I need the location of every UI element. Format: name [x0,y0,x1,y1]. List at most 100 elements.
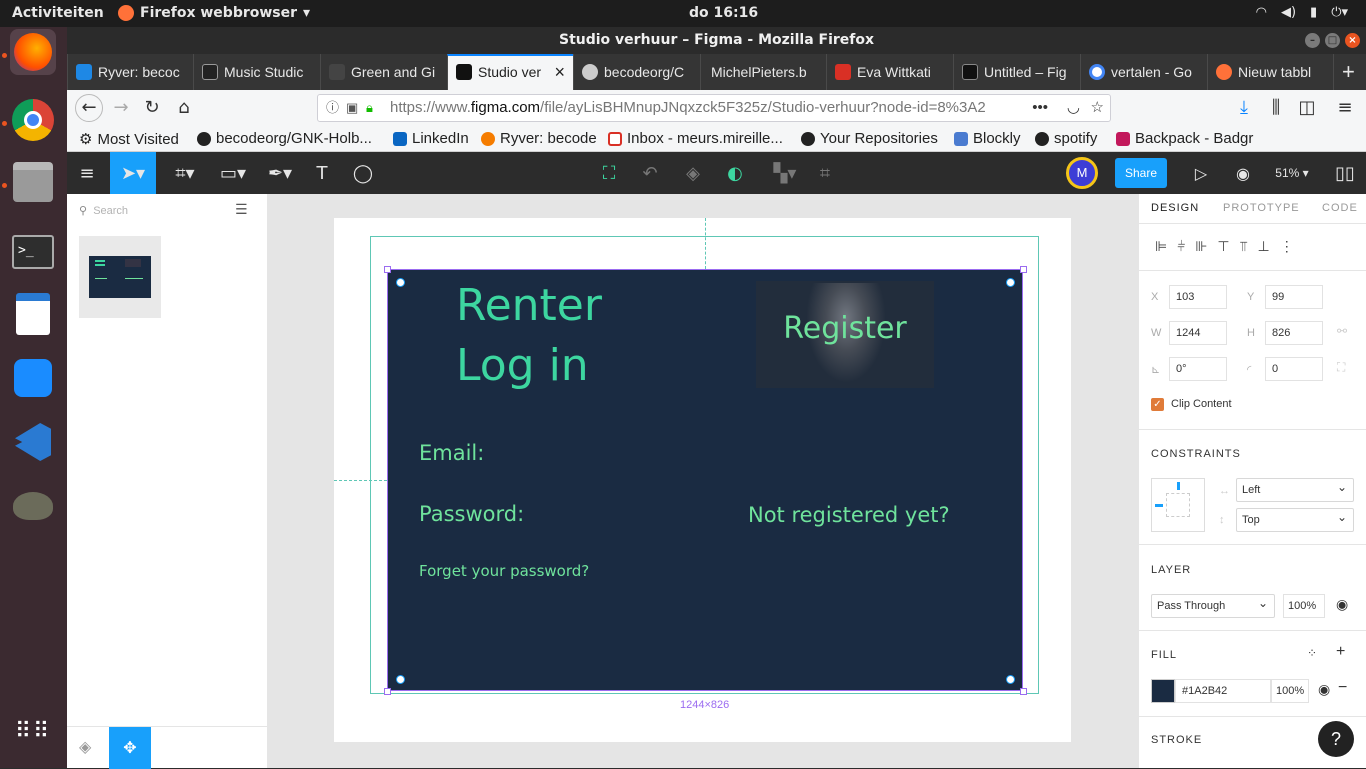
component-icon[interactable]: ⛶ [589,152,629,194]
present-icon[interactable]: ▷ [1181,152,1221,194]
y-field[interactable]: 99 [1265,285,1323,309]
resize-handle[interactable] [1020,266,1027,273]
height-field[interactable]: 826 [1265,321,1323,345]
bookmark-most-visited[interactable]: ⚙ Most Visited [79,130,179,149]
maximize-button[interactable]: □ [1325,33,1340,48]
dock-vscode[interactable] [10,419,56,465]
width-field[interactable]: 1244 [1169,321,1227,345]
frame-thumbnail[interactable] [79,236,161,318]
layers-icon[interactable]: ◈ [79,737,91,756]
comment-tool-icon[interactable]: ◯ [343,152,383,194]
pocket-icon[interactable]: ◡ [1066,95,1080,121]
radius-handle[interactable] [396,278,405,287]
resize-handle[interactable] [384,266,391,273]
fill-color-swatch[interactable] [1151,679,1175,703]
avatar[interactable]: M [1066,157,1098,189]
align-icons[interactable]: ⊫⫩⊪⊤⫪⊥⋮ [1155,238,1304,255]
tab-ryver[interactable]: Ryver: becoc [67,54,193,90]
instance-icon[interactable]: ◈ [673,152,713,194]
tab-code[interactable]: CODE [1322,202,1358,214]
hamburger-menu-icon[interactable]: ≡ [1333,96,1357,120]
independent-corners-icon[interactable]: ⛶ [1337,360,1345,375]
style-grid-icon[interactable]: ⁘ [1307,646,1317,660]
system-tray[interactable]: ◠ ◀) ▮ ⏻▾ [1256,5,1348,20]
dock-chrome[interactable] [10,97,56,143]
bookmark-spotify[interactable]: spotify [1035,130,1097,147]
dock-gimp[interactable] [10,483,56,529]
not-registered-link[interactable]: Not registered yet? [748,503,950,527]
blend-mode-select[interactable]: Pass Through [1151,592,1275,618]
eye-icon[interactable]: ◉ [1336,596,1348,613]
tab-gmail[interactable]: Eva Wittkati [826,54,953,90]
activities-button[interactable]: Activiteiten [12,5,104,21]
bookmark-ryver[interactable]: Ryver: becode [481,130,597,147]
close-tab-icon[interactable]: × [554,56,565,88]
figma-menu-icon[interactable]: ≡ [67,152,107,194]
bookmark-star-icon[interactable]: ☆ [1090,95,1104,121]
dock-show-apps[interactable]: ⠿⠿ [10,709,56,755]
dock-writer[interactable] [10,291,56,337]
bookmark-blockly[interactable]: Blockly [954,130,1021,147]
bookmark-repositories[interactable]: Your Repositories [801,130,938,147]
x-field[interactable]: 103 [1169,285,1227,309]
crop-icon[interactable]: ⌗ [805,152,845,194]
radius-handle[interactable] [396,675,405,684]
app-menu[interactable]: Firefox webbrowser ▾ [118,5,310,21]
home-button[interactable]: ⌂ [172,96,196,120]
constraints-widget[interactable] [1151,478,1205,532]
book-icon[interactable]: ▯▯ [1325,152,1365,194]
clock[interactable]: do 16:16 [689,5,758,21]
page-actions-icon[interactable]: ••• [1028,95,1052,121]
tab-prototype[interactable]: PROTOTYPE [1223,202,1300,214]
frame-tool-icon[interactable]: ⌗▾ [162,152,208,194]
canvas[interactable]: Renter Log in Register Email: Password: … [268,194,1138,768]
login-frame[interactable]: Renter Log in Register Email: Password: … [387,269,1023,691]
info-icon[interactable]: ⓘ [326,95,339,121]
bookmark-linkedin[interactable]: LinkedIn [393,130,469,147]
remove-fill-icon[interactable]: − [1338,679,1347,697]
radius-field[interactable]: 0 [1265,357,1323,381]
radius-handle[interactable] [1006,675,1015,684]
bookmark-github-gnk[interactable]: becodeorg/GNK-Holb... [197,130,372,147]
sidebar-icon[interactable]: ◫ [1295,96,1319,120]
dock-files[interactable] [10,159,56,205]
forward-button[interactable]: → [109,96,133,120]
bookmark-badgr[interactable]: Backpack - Badgr [1116,130,1253,147]
help-button[interactable]: ? [1318,721,1354,757]
constrain-proportions-icon[interactable]: ⚯ [1337,324,1347,338]
vertical-constraint-select[interactable]: Top [1236,506,1354,532]
back-button[interactable]: ← [75,94,103,122]
share-button[interactable]: Share [1115,158,1167,188]
tab-design[interactable]: DESIGN [1151,202,1199,214]
undo-boolean-icon[interactable]: ↶ [630,152,670,194]
text-tool-icon[interactable]: T [302,152,342,194]
mask-icon[interactable]: ◐ [715,152,755,194]
clip-content-checkbox[interactable]: ✓ [1151,398,1164,411]
downloads-icon[interactable]: ⤓ [1232,96,1256,120]
register-image[interactable]: Register [756,281,934,388]
tab-becodeorg[interactable]: becodeorg/C [573,54,700,90]
dock-firefox[interactable] [10,29,56,75]
add-fill-icon[interactable]: + [1336,643,1345,661]
fill-opacity-field[interactable]: 100% [1271,679,1309,703]
tab-green-and-gold[interactable]: Green and Gi [320,54,447,90]
radius-handle[interactable] [1006,278,1015,287]
resize-handle[interactable] [1020,688,1027,695]
fill-hex-field[interactable]: #1A2B42 [1175,679,1271,703]
tab-google-translate[interactable]: vertalen - Go [1080,54,1207,90]
reload-button[interactable]: ↻ [140,96,164,120]
tab-music-studio[interactable]: Music Studic [193,54,320,90]
horizontal-constraint-select[interactable]: Left [1236,476,1354,502]
pen-tool-icon[interactable]: ✒▾ [257,152,303,194]
forgot-password-link[interactable]: Forget your password? [419,562,589,580]
close-window-button[interactable]: × [1345,33,1360,48]
tab-michelpieters[interactable]: MichelPieters.b [700,54,826,90]
rotation-field[interactable]: 0° [1169,357,1227,381]
tab-new-tab[interactable]: Nieuw tabbl [1207,54,1333,90]
move-tool-icon[interactable]: ➤▾ [110,152,156,194]
permissions-icon[interactable]: ▣ [346,95,358,121]
boolean-icon[interactable]: ▚▾ [762,152,808,194]
tab-untitled-figma[interactable]: Untitled – Fig [953,54,1080,90]
bookmark-inbox[interactable]: Inbox - meurs.mireille... [608,130,783,147]
view-icon[interactable]: ◉ [1223,152,1263,194]
